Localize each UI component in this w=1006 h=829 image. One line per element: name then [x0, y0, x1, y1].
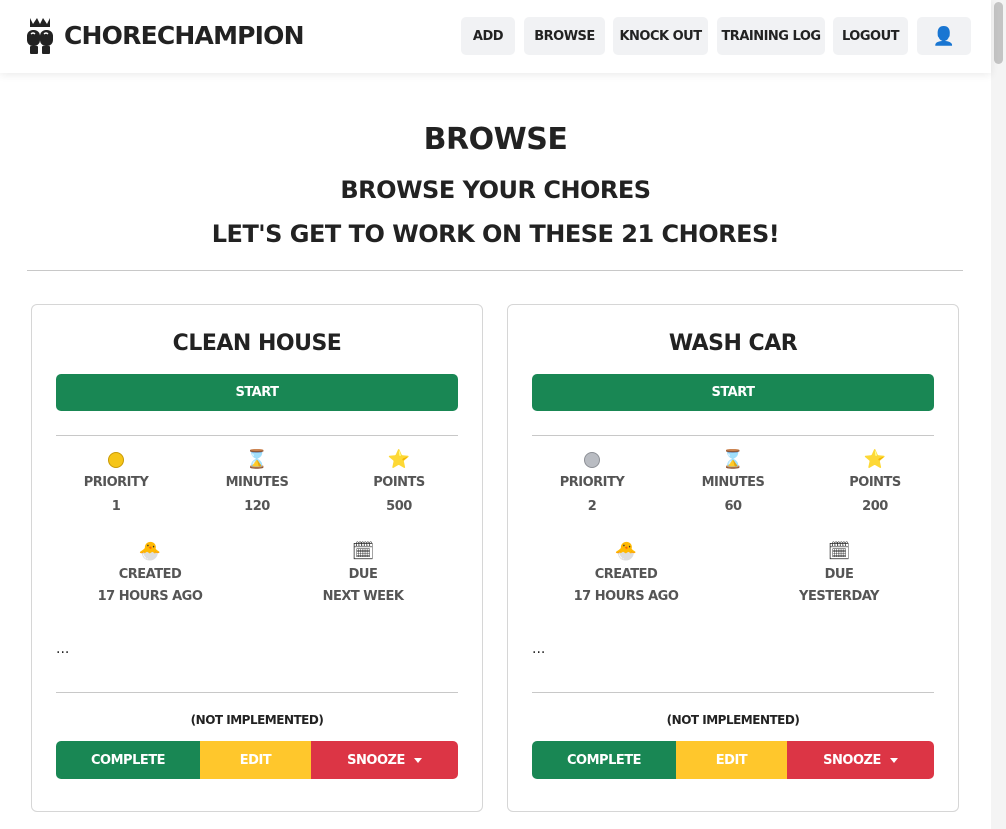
- not-implemented-note: (NOT IMPLEMENTED): [666, 713, 800, 727]
- brand-name: CHORECHAMPION: [64, 21, 305, 50]
- chore-card: CLEAN HOUSE START PRIORITY 1 ⌛ MINUTES 1…: [31, 304, 483, 812]
- brand[interactable]: CHORECHAMPION: [24, 16, 305, 56]
- star-icon: ⭐: [863, 449, 887, 470]
- created-stat: 🐣 CREATED 17 HOURS AGO: [80, 541, 220, 604]
- stat-value: NEXT WEEK: [322, 589, 404, 604]
- silver-medal-icon: [522, 449, 662, 471]
- stat-label: DUE: [348, 567, 378, 582]
- user-profile-button[interactable]: 👤: [917, 17, 971, 55]
- gold-medal-icon: [46, 449, 186, 471]
- start-button[interactable]: START: [56, 374, 458, 411]
- stat-value: 17 HOURS AGO: [97, 589, 203, 604]
- stat-value: 120: [244, 499, 270, 514]
- stat-label: PRIORITY: [83, 475, 149, 490]
- nav-training-log-button[interactable]: TRAINING LOG: [717, 17, 825, 55]
- star-icon: ⭐: [387, 449, 411, 470]
- scrollbar-track[interactable]: [991, 0, 1006, 829]
- created-stat: 🐣 CREATED 17 HOURS AGO: [556, 541, 696, 604]
- user-icon: 👤: [932, 25, 956, 47]
- card-divider: [56, 692, 458, 693]
- hatching-chick-icon: 🐣: [614, 541, 638, 562]
- stat-label: CREATED: [594, 567, 658, 582]
- edit-button[interactable]: EDIT: [200, 741, 311, 779]
- stat-value: 60: [724, 499, 742, 514]
- due-stat: 🗓 DUE YESTERDAY: [769, 541, 909, 604]
- caret-down-icon: [413, 757, 422, 763]
- snooze-label: SNOOZE: [823, 752, 881, 768]
- stat-label: MINUTES: [225, 475, 289, 490]
- stat-value: 17 HOURS AGO: [573, 589, 679, 604]
- edit-button[interactable]: EDIT: [676, 741, 787, 779]
- minutes-stat: ⌛ MINUTES 120: [187, 449, 327, 514]
- nav-logout-button[interactable]: LOGOUT: [833, 17, 908, 55]
- action-button-group: COMPLETE EDIT SNOOZE: [56, 741, 458, 779]
- stat-label: CREATED: [118, 567, 182, 582]
- divider: [27, 270, 963, 271]
- points-stat: ⭐ POINTS 200: [805, 449, 945, 514]
- navbar: CHORECHAMPION ADD BROWSE KNOCK OUT TRAIN…: [0, 0, 991, 73]
- priority-stat: PRIORITY 1: [46, 449, 186, 514]
- chore-card: WASH CAR START PRIORITY 2 ⌛ MINUTES 60 ⭐…: [507, 304, 959, 812]
- card-divider: [532, 435, 934, 436]
- chore-title: WASH CAR: [668, 331, 798, 356]
- stat-value: 1: [111, 499, 121, 514]
- nav-browse-button[interactable]: BROWSE: [524, 17, 605, 55]
- page-subtitle: BROWSE YOUR CHORES: [340, 176, 651, 204]
- snooze-dropdown-button[interactable]: SNOOZE: [311, 741, 458, 779]
- nav-add-button[interactable]: ADD: [461, 17, 515, 55]
- nav-knock-out-button[interactable]: KNOCK OUT: [613, 17, 708, 55]
- action-button-group: COMPLETE EDIT SNOOZE: [532, 741, 934, 779]
- stat-label: POINTS: [849, 475, 901, 490]
- complete-button[interactable]: COMPLETE: [532, 741, 676, 779]
- minutes-stat: ⌛ MINUTES 60: [663, 449, 803, 514]
- card-divider: [56, 435, 458, 436]
- chore-title: CLEAN HOUSE: [172, 331, 342, 356]
- due-stat: 🗓 DUE NEXT WEEK: [293, 541, 433, 604]
- not-implemented-note: (NOT IMPLEMENTED): [190, 713, 324, 727]
- chore-description: ...: [532, 641, 546, 657]
- boxing-gloves-icon: [27, 18, 53, 54]
- snooze-dropdown-button[interactable]: SNOOZE: [787, 741, 934, 779]
- stat-label: POINTS: [373, 475, 425, 490]
- stat-label: PRIORITY: [559, 475, 625, 490]
- card-divider: [532, 692, 934, 693]
- page-title: BROWSE: [423, 122, 568, 157]
- priority-stat: PRIORITY 2: [522, 449, 662, 514]
- stat-value: 2: [587, 499, 597, 514]
- calendar-icon: 🗓: [351, 541, 375, 562]
- calendar-icon: 🗓: [827, 541, 851, 562]
- stat-label: DUE: [824, 567, 854, 582]
- scrollbar-thumb[interactable]: [994, 2, 1003, 64]
- stat-value: YESTERDAY: [799, 589, 879, 604]
- points-stat: ⭐ POINTS 500: [329, 449, 469, 514]
- hatching-chick-icon: 🐣: [138, 541, 162, 562]
- page-tagline: LET'S GET TO WORK ON THESE 21 CHORES!: [211, 220, 780, 248]
- hourglass-icon: ⌛: [245, 449, 269, 470]
- caret-down-icon: [889, 757, 898, 763]
- stat-value: 500: [386, 499, 412, 514]
- start-button[interactable]: START: [532, 374, 934, 411]
- snooze-label: SNOOZE: [347, 752, 405, 768]
- complete-button[interactable]: COMPLETE: [56, 741, 200, 779]
- stat-label: MINUTES: [701, 475, 765, 490]
- chore-description: ...: [56, 641, 70, 657]
- hourglass-icon: ⌛: [721, 449, 745, 470]
- stat-value: 200: [862, 499, 888, 514]
